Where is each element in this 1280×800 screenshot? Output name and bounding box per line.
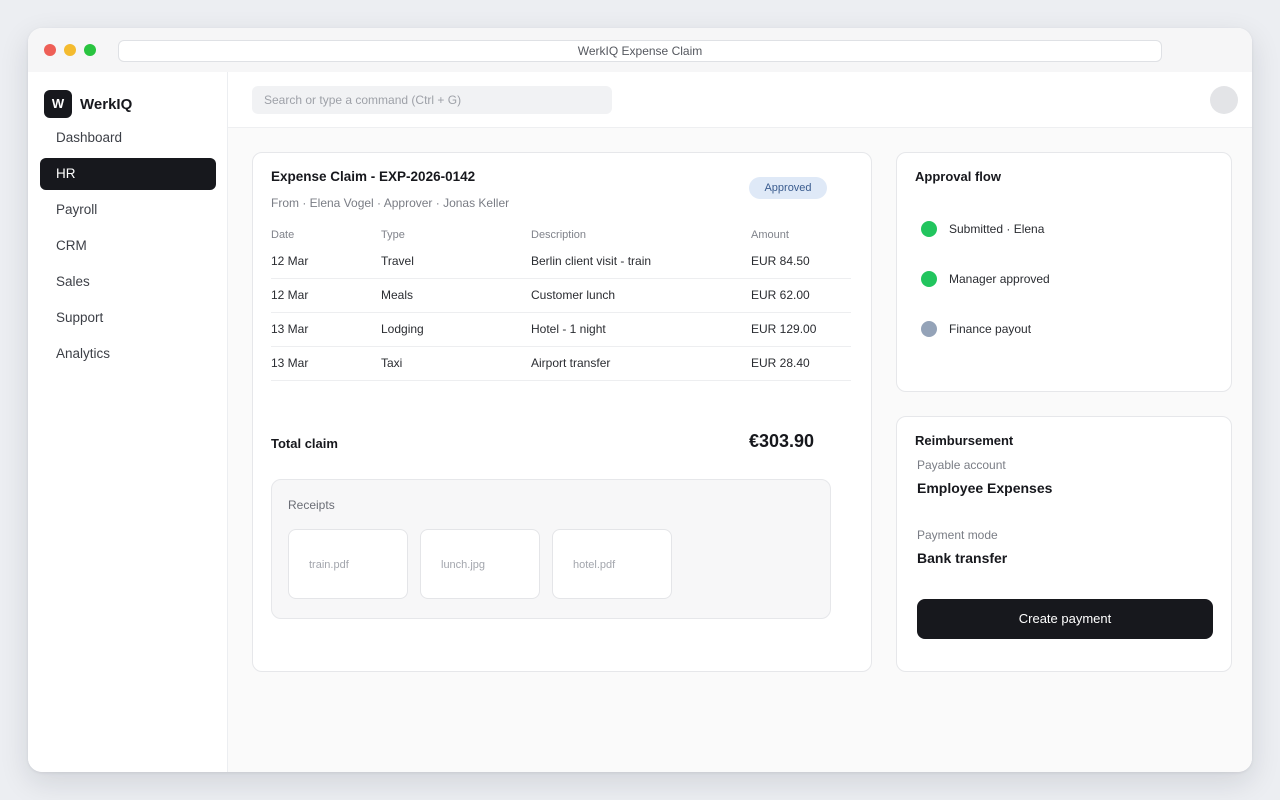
main-content: Expense Claim - EXP-2026-0142 From · Ele… [228,72,1252,772]
step-label: Finance payout [949,322,1032,336]
expense-claim-card: Expense Claim - EXP-2026-0142 From · Ele… [252,152,872,672]
cell-date: 13 Mar [271,322,309,336]
sidebar-item-analytics[interactable]: Analytics [40,338,216,370]
user-avatar[interactable] [1210,86,1238,114]
cell-date: 12 Mar [271,288,309,302]
search-input[interactable] [252,86,612,114]
table-row[interactable]: 12 Mar Meals Customer lunch EUR 62.00 [271,279,851,313]
cell-type: Travel [381,254,414,268]
table-row[interactable]: 13 Mar Taxi Airport transfer EUR 28.40 [271,347,851,381]
status-badge: Approved [749,177,827,199]
minimize-window-button[interactable] [64,44,76,56]
table-row[interactable]: 12 Mar Travel Berlin client visit - trai… [271,245,851,279]
column-header-date: Date [271,229,295,241]
reimbursement-card: Reimbursement Payable account Employee E… [896,416,1232,672]
top-bar [228,72,1252,128]
column-header-description: Description [531,229,587,241]
cell-date: 13 Mar [271,356,309,370]
payment-mode-value: Bank transfer [917,550,1008,566]
brand-logo: W [44,90,72,118]
cell-amount: EUR 28.40 [751,356,810,370]
total-claim-value: €303.90 [749,431,815,451]
step-done-indicator [921,221,937,237]
step-label: Manager approved [949,272,1050,286]
receipts-label: Receipts [288,498,335,512]
app-window: WerkIQ Expense Claim W WerkIQ Dashboard … [28,28,1252,772]
receipts-panel: Receipts train.pdf lunch.jpg hotel.pdf [271,479,831,619]
receipt-file[interactable]: train.pdf [288,529,408,599]
cell-description: Hotel - 1 night [531,322,606,336]
create-payment-button[interactable]: Create payment [917,599,1213,639]
cell-type: Lodging [381,322,424,336]
step-done-indicator [921,271,937,287]
approval-flow-title: Approval flow [915,169,1001,184]
column-header-amount: Amount [751,229,789,241]
cell-type: Taxi [381,356,403,370]
step-label: Submitted · Elena [949,222,1045,236]
payable-account-value: Employee Expenses [917,480,1053,496]
cell-description: Customer lunch [531,288,616,302]
sidebar-item-payroll[interactable]: Payroll [40,194,216,226]
sidebar-item-hr[interactable]: HR [40,158,216,190]
cell-amount: EUR 84.50 [751,254,810,268]
total-claim-label: Total claim [271,436,338,451]
claim-meta: From · Elena Vogel · Approver · Jonas Ke… [271,196,510,210]
sidebar-item-dashboard[interactable]: Dashboard [40,122,216,154]
sidebar-item-crm[interactable]: CRM [40,230,216,262]
title-bar: WerkIQ Expense Claim [28,28,1252,72]
cell-description: Airport transfer [531,356,611,370]
brand-name: WerkIQ [80,96,133,113]
cell-type: Meals [381,288,414,302]
column-header-type: Type [381,229,405,241]
payment-mode-label: Payment mode [917,528,998,542]
receipt-file[interactable]: hotel.pdf [552,529,672,599]
close-window-button[interactable] [44,44,56,56]
cell-description: Berlin client visit - train [531,254,652,268]
sidebar-item-sales[interactable]: Sales [40,266,216,298]
sidebar: W WerkIQ Dashboard HR Payroll CRM Sales … [28,72,228,772]
maximize-window-button[interactable] [84,44,96,56]
payable-account-label: Payable account [917,458,1006,472]
address-bar[interactable]: WerkIQ Expense Claim [118,40,1162,62]
cell-date: 12 Mar [271,254,309,268]
approval-flow-card: Approval flow Submitted · Elena Manager … [896,152,1232,392]
cell-amount: EUR 129.00 [751,322,817,336]
table-row[interactable]: 13 Mar Lodging Hotel - 1 night EUR 129.0… [271,313,851,347]
step-pending-indicator [921,321,937,337]
sidebar-item-support[interactable]: Support [40,302,216,334]
cell-amount: EUR 62.00 [751,288,810,302]
reimbursement-title: Reimbursement [915,433,1014,448]
receipt-file[interactable]: lunch.jpg [420,529,540,599]
claim-title: Expense Claim - EXP-2026-0142 [271,169,476,184]
